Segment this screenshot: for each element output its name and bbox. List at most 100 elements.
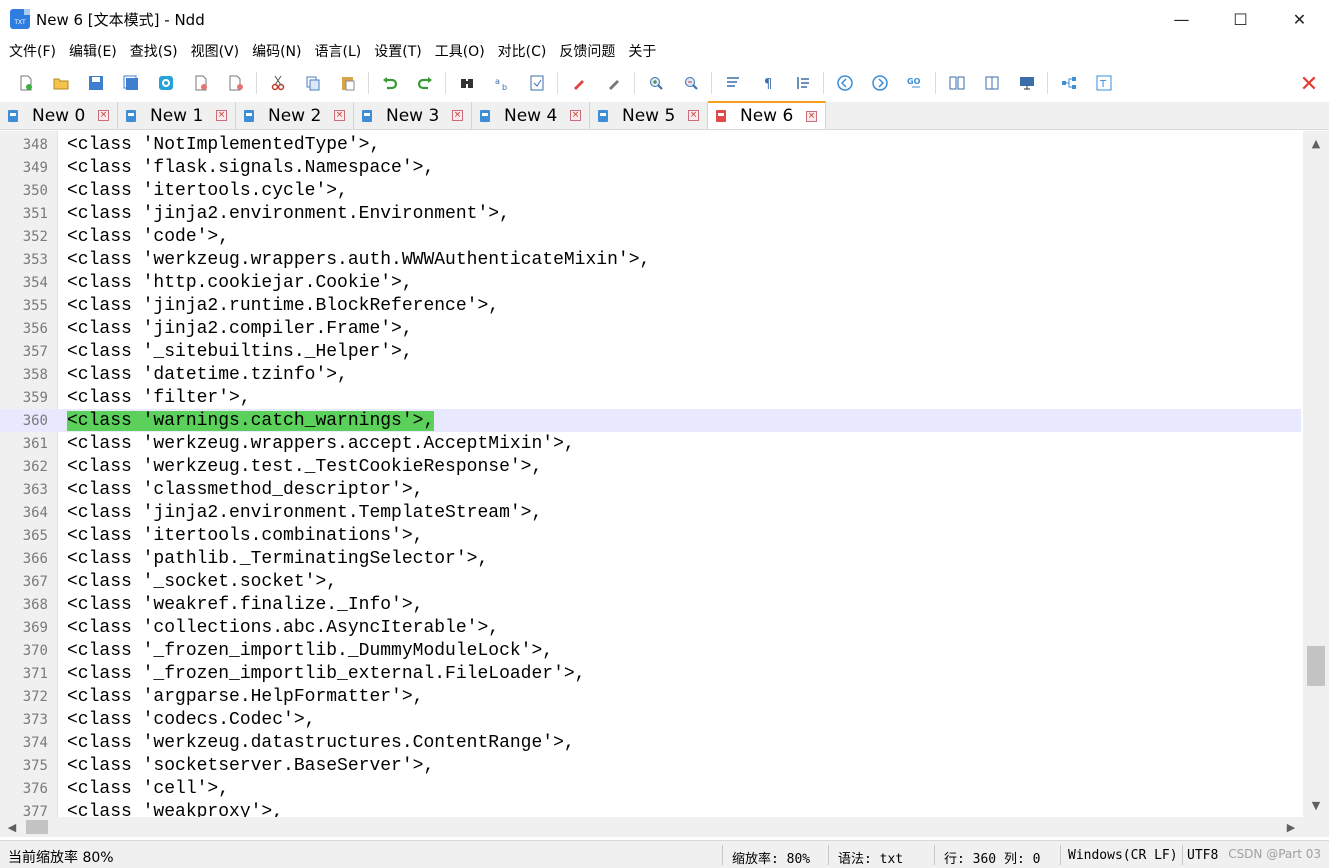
mark-icon[interactable] xyxy=(525,71,549,95)
compare-icon[interactable] xyxy=(945,71,969,95)
replace-icon[interactable]: ab xyxy=(490,71,514,95)
code-line[interactable]: 351 <class 'jinja2.environment.Environmen… xyxy=(0,202,1301,225)
code-line[interactable]: 377 <class 'weakproxy'>, xyxy=(0,800,1301,818)
tab-close-icon[interactable]: × xyxy=(334,110,345,121)
menu-encoding[interactable]: 编码(N) xyxy=(247,41,306,61)
zoom-in-icon[interactable] xyxy=(644,71,668,95)
highlight-icon[interactable] xyxy=(567,71,591,95)
prev-icon[interactable] xyxy=(833,71,857,95)
close-button[interactable]: ✕ xyxy=(1270,0,1329,38)
zoom-out-icon[interactable] xyxy=(679,71,703,95)
menu-search[interactable]: 查找(S) xyxy=(125,41,183,61)
code-line[interactable]: 354 <class 'http.cookiejar.Cookie'>, xyxy=(0,271,1301,294)
code-line[interactable]: 363 <class 'classmethod_descriptor'>, xyxy=(0,478,1301,501)
scroll-right-icon[interactable]: ▶ xyxy=(1281,817,1301,837)
paste-icon[interactable] xyxy=(336,71,360,95)
open-file-icon[interactable] xyxy=(49,71,73,95)
code-line[interactable]: 353 <class 'werkzeug.wrappers.auth.WWWAut… xyxy=(0,248,1301,271)
code-line[interactable]: 358 <class 'datetime.tzinfo'>, xyxy=(0,363,1301,386)
code-line[interactable]: 360 <class 'warnings.catch_warnings'>, xyxy=(0,409,1301,432)
code-line[interactable]: 374 <class 'werkzeug.datastructures.Conte… xyxy=(0,731,1301,754)
code-line[interactable]: 373 <class 'codecs.Codec'>, xyxy=(0,708,1301,731)
close-x-icon[interactable]: ✕ xyxy=(1297,72,1321,97)
menu-about[interactable]: 关于 xyxy=(623,41,661,61)
horizontal-scrollbar[interactable]: ◀ ▶ xyxy=(0,817,1303,837)
tab-new-5[interactable]: New 5 × xyxy=(590,102,708,129)
indent-guide-icon[interactable] xyxy=(791,71,815,95)
code-line[interactable]: 372 <class 'argparse.HelpFormatter'>, xyxy=(0,685,1301,708)
code-line[interactable]: 357 <class '_sitebuiltins._Helper'>, xyxy=(0,340,1301,363)
code-line[interactable]: 348 <class 'NotImplementedType'>, xyxy=(0,133,1301,156)
tab-new-2[interactable]: New 2 × xyxy=(236,102,354,129)
vertical-scrollbar[interactable]: ▲ ▼ xyxy=(1303,131,1329,817)
tab-close-icon[interactable]: × xyxy=(806,111,817,122)
new-file-icon[interactable] xyxy=(14,71,38,95)
tab-new-0[interactable]: New 0 × xyxy=(0,102,118,129)
code-line[interactable]: 355 <class 'jinja2.runtime.BlockReference… xyxy=(0,294,1301,317)
editor-area[interactable]: 348 <class 'NotImplementedType'>, 349 <clas… xyxy=(0,131,1329,817)
minimize-button[interactable]: — xyxy=(1152,0,1211,38)
scroll-left-icon[interactable]: ◀ xyxy=(2,817,22,837)
copy-icon[interactable] xyxy=(301,71,325,95)
menu-settings[interactable]: 设置(T) xyxy=(369,41,426,61)
code-line[interactable]: 350 <class 'itertools.cycle'>, xyxy=(0,179,1301,202)
code-line[interactable]: 371 <class '_frozen_importlib_external.Fi… xyxy=(0,662,1301,685)
tab-close-icon[interactable]: × xyxy=(452,110,463,121)
undo-icon[interactable] xyxy=(378,71,402,95)
reload-icon[interactable] xyxy=(154,71,178,95)
code-line[interactable]: 364 <class 'jinja2.environment.TemplateSt… xyxy=(0,501,1301,524)
code-line[interactable]: 361 <class 'werkzeug.wrappers.accept.Acce… xyxy=(0,432,1301,455)
clear-icon[interactable] xyxy=(602,71,626,95)
tab-close-icon[interactable]: × xyxy=(216,110,227,121)
word-wrap-icon[interactable] xyxy=(721,71,745,95)
tab-new-4[interactable]: New 4 × xyxy=(472,102,590,129)
code-line[interactable]: 369 <class 'collections.abc.AsyncIterable… xyxy=(0,616,1301,639)
menu-feedback[interactable]: 反馈问题 xyxy=(554,41,620,61)
tab-close-icon[interactable]: × xyxy=(688,110,699,121)
text-icon[interactable]: T xyxy=(1092,71,1116,95)
scroll-up-icon[interactable]: ▲ xyxy=(1303,133,1329,153)
horizontal-scroll-thumb[interactable] xyxy=(26,820,48,834)
code-line[interactable]: 365 <class 'itertools.combinations'>, xyxy=(0,524,1301,547)
cut-icon[interactable] xyxy=(266,71,290,95)
tab-close-icon[interactable]: × xyxy=(98,110,109,121)
code-line[interactable]: 352 <class 'code'>, xyxy=(0,225,1301,248)
tab-new-1[interactable]: New 1 × xyxy=(118,102,236,129)
find-icon[interactable] xyxy=(455,71,479,95)
menu-language[interactable]: 语言(L) xyxy=(310,41,367,61)
show-symbols-icon[interactable]: ¶ xyxy=(756,71,780,95)
menu-view[interactable]: 视图(V) xyxy=(186,41,245,61)
save-all-icon[interactable] xyxy=(119,71,143,95)
maximize-button[interactable]: ☐ xyxy=(1211,0,1270,38)
code-line[interactable]: 376 <class 'cell'>, xyxy=(0,777,1301,800)
tab-close-icon[interactable]: × xyxy=(570,110,581,121)
menu-edit[interactable]: 编辑(E) xyxy=(64,41,122,61)
code-line[interactable]: 368 <class 'weakref.finalize._Info'>, xyxy=(0,593,1301,616)
file-icon xyxy=(244,109,254,122)
save-icon[interactable] xyxy=(84,71,108,95)
code-line[interactable]: 366 <class 'pathlib._TerminatingSelector'… xyxy=(0,547,1301,570)
code-line[interactable]: 362 <class 'werkzeug.test._TestCookieResp… xyxy=(0,455,1301,478)
tree-icon[interactable] xyxy=(1057,71,1081,95)
tab-label: New 5 xyxy=(622,105,676,126)
tab-new-3[interactable]: New 3 × xyxy=(354,102,472,129)
goto-icon[interactable]: GO xyxy=(903,71,927,95)
close-all-icon[interactable] xyxy=(224,71,248,95)
split-icon[interactable] xyxy=(980,71,1004,95)
tab-new-6[interactable]: New 6 × xyxy=(708,101,826,129)
code-line[interactable]: 367 <class '_socket.socket'>, xyxy=(0,570,1301,593)
close-file-icon[interactable] xyxy=(189,71,213,95)
menu-file[interactable]: 文件(F) xyxy=(4,41,61,61)
menu-compare[interactable]: 对比(C) xyxy=(493,41,552,61)
code-line[interactable]: 356 <class 'jinja2.compiler.Frame'>, xyxy=(0,317,1301,340)
next-icon[interactable] xyxy=(868,71,892,95)
redo-icon[interactable] xyxy=(413,71,437,95)
menu-tools[interactable]: 工具(O) xyxy=(430,41,490,61)
monitor-icon[interactable] xyxy=(1015,71,1039,95)
scroll-down-icon[interactable]: ▼ xyxy=(1303,795,1329,815)
vertical-scroll-thumb[interactable] xyxy=(1307,646,1325,686)
code-line[interactable]: 349 <class 'flask.signals.Namespace'>, xyxy=(0,156,1301,179)
code-line[interactable]: 370 <class '_frozen_importlib._DummyModul… xyxy=(0,639,1301,662)
code-line[interactable]: 375 <class 'socketserver.BaseServer'>, xyxy=(0,754,1301,777)
code-line[interactable]: 359 <class 'filter'>, xyxy=(0,386,1301,409)
